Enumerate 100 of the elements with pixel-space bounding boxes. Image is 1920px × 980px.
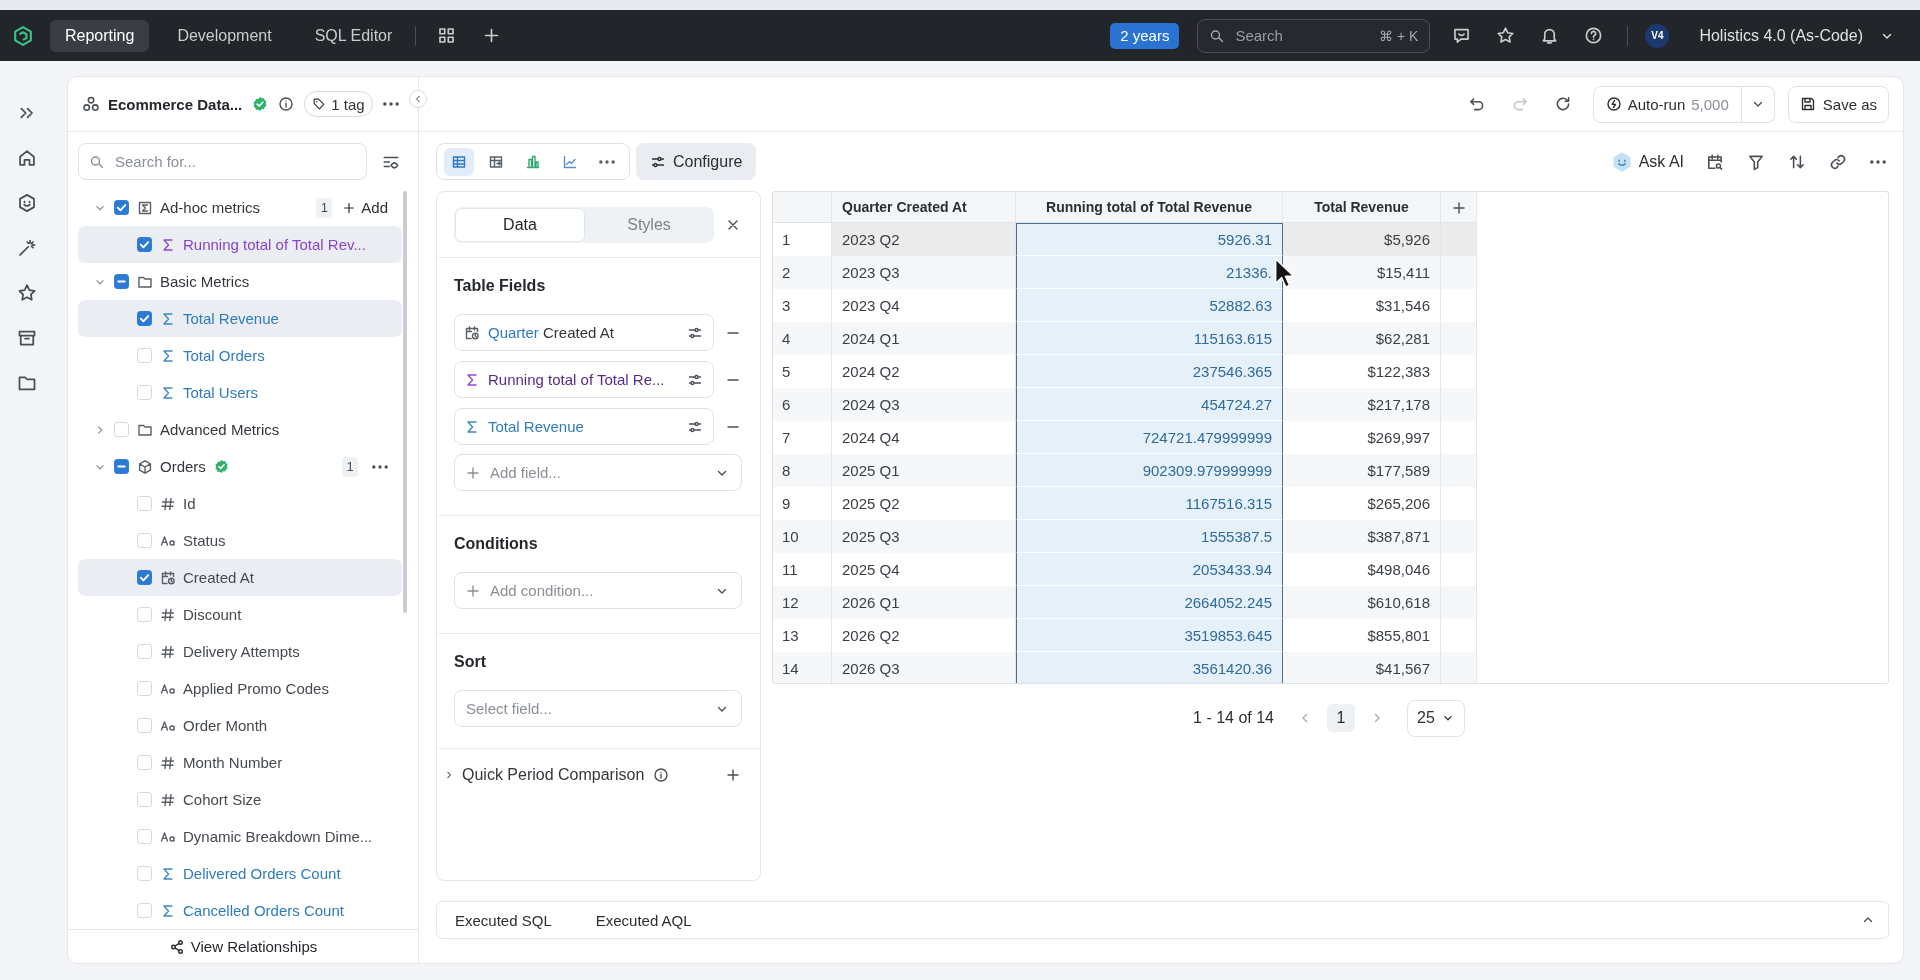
field-item[interactable]: Discount <box>78 596 402 633</box>
search-icon <box>1209 27 1226 44</box>
field-item[interactable]: Total Orders <box>78 337 402 374</box>
collapse-panel-button[interactable] <box>409 90 427 108</box>
field-item[interactable]: Running total of Total Rev... <box>78 226 402 263</box>
nav-tab[interactable]: SQL Editor <box>299 19 408 52</box>
table-cell: $5,926 <box>1283 223 1441 256</box>
column-header[interactable]: Total Revenue <box>1283 192 1441 223</box>
undo-icon[interactable] <box>1467 95 1486 113</box>
pagination-range: 1 - 14 of 14 <box>1193 709 1274 727</box>
table-cell: 1555387.5 <box>1016 520 1283 553</box>
table-cell: 902309.979999999 <box>1016 454 1283 487</box>
field-pill[interactable]: Total Revenue <box>454 408 714 445</box>
plus-icon[interactable] <box>725 767 741 783</box>
page-size-select[interactable]: 25 <box>1407 699 1465 737</box>
star-icon[interactable] <box>17 283 37 303</box>
table-cell: 52882.63 <box>1016 289 1283 322</box>
field-item[interactable]: Total Revenue <box>78 300 402 337</box>
save-as-button[interactable]: Save as <box>1787 85 1889 123</box>
checkbox[interactable] <box>137 237 152 252</box>
table-icon <box>451 153 467 170</box>
tree-group-row[interactable]: Ad-hoc metrics 1 Add <box>78 189 402 226</box>
chart-type-button[interactable] <box>444 147 474 176</box>
info-icon[interactable] <box>653 767 670 783</box>
help-icon[interactable] <box>1584 26 1604 45</box>
more-icon[interactable] <box>382 102 399 106</box>
more-icon[interactable] <box>1870 159 1886 164</box>
sigma-box-icon <box>137 199 153 216</box>
field-pill[interactable]: Running total of Total Re... <box>454 361 714 398</box>
add-condition-select[interactable]: Add condition... <box>454 572 742 609</box>
scrollbar-thumb[interactable] <box>403 191 407 613</box>
hexagon-face-icon <box>1612 151 1631 172</box>
link-icon[interactable] <box>1829 152 1847 171</box>
table-cell: 2023 Q2 <box>832 223 1016 256</box>
sort-field-select[interactable]: Select field... <box>454 690 742 727</box>
tab[interactable]: Executed AQL <box>595 911 692 929</box>
section-title: Table Fields <box>454 276 547 296</box>
home-icon[interactable] <box>17 148 37 168</box>
tab[interactable]: Data <box>455 207 585 242</box>
hexagon-face-icon[interactable] <box>17 193 37 213</box>
field-item[interactable]: Created At <box>78 559 402 596</box>
tree-group-row[interactable]: Basic Metrics <box>78 263 402 300</box>
field-item[interactable]: Delivery Attempts <box>78 633 402 670</box>
table-cell: 5926.31 <box>1016 223 1283 256</box>
tab[interactable]: Executed SQL <box>455 911 552 929</box>
page-button[interactable]: 1 <box>1327 704 1355 732</box>
archive-icon[interactable] <box>17 328 37 348</box>
checkbox[interactable] <box>114 274 129 289</box>
field-item[interactable]: Status <box>78 522 402 559</box>
more-icon[interactable] <box>372 464 388 469</box>
plus-icon <box>342 200 357 215</box>
configure-button[interactable]: Configure <box>636 143 757 180</box>
checkbox[interactable] <box>137 311 152 326</box>
view-relationships-button[interactable]: View Relationships <box>168 938 318 955</box>
autorun-button[interactable]: Auto-run 5,000 <box>1592 85 1742 123</box>
workspace-switcher[interactable]: Holistics 4.0 (As-Code) <box>1699 26 1895 45</box>
add-button[interactable]: Add <box>342 199 388 216</box>
row-number-cell: 14 <box>773 652 832 683</box>
hash-icon <box>160 643 176 660</box>
three-circles-icon <box>82 95 100 113</box>
hexagon-logo-icon[interactable] <box>14 25 32 46</box>
column-header[interactable]: Running total of Total Revenue <box>1016 192 1283 223</box>
field-item[interactable]: Delivered Orders Count <box>78 855 402 892</box>
avatar[interactable]: V4 <box>1645 23 1670 48</box>
field-pill[interactable]: Quarter Created At <box>454 314 714 351</box>
chat-icon[interactable] <box>1452 26 1472 45</box>
magic-wand-icon[interactable] <box>17 238 37 258</box>
add-field-select[interactable]: Add field... <box>454 454 742 491</box>
field-item[interactable]: Dynamic Breakdown Dime... <box>78 818 402 855</box>
field-item[interactable]: Id <box>78 485 402 522</box>
sigma-icon <box>464 418 480 435</box>
field-item[interactable]: Applied Promo Codes <box>78 670 402 707</box>
checkbox[interactable] <box>137 570 152 585</box>
info-icon[interactable] <box>278 96 295 112</box>
star-icon[interactable] <box>1496 26 1516 45</box>
plus-icon <box>1451 199 1467 216</box>
field-item[interactable]: Cohort Size <box>78 781 402 818</box>
tree-group-row[interactable]: Advanced Metrics <box>78 411 402 448</box>
nav-tab[interactable]: Reporting <box>50 19 150 52</box>
checkbox[interactable] <box>114 200 129 215</box>
column-header[interactable]: Quarter Created At <box>832 192 1016 223</box>
checkbox[interactable] <box>114 459 129 474</box>
nav-tab[interactable]: Development <box>162 19 287 52</box>
sigma-icon <box>464 371 480 388</box>
date-range-badge[interactable]: 2 years <box>1110 22 1180 49</box>
apps-grid-icon[interactable] <box>437 26 457 45</box>
add-column-button[interactable] <box>1441 192 1477 223</box>
tag-icon <box>312 97 327 111</box>
field-item[interactable]: Cancelled Orders Count <box>78 892 402 929</box>
field-item[interactable]: Total Users <box>78 374 402 411</box>
field-item[interactable]: Month Number <box>78 744 402 781</box>
count-badge: 1 <box>316 197 333 218</box>
calendar-search-icon[interactable] <box>1706 152 1724 171</box>
field-item[interactable]: Order Month <box>78 707 402 744</box>
tree-group-row[interactable]: Orders 1 <box>78 448 402 485</box>
section-title: Quick Period Comparison <box>462 766 645 784</box>
hash-icon <box>160 791 176 808</box>
calendar-clock-icon <box>160 569 176 586</box>
dataset-title: Ecommerce Data... <box>108 95 243 113</box>
ask-ai-button[interactable]: Ask AI <box>1612 151 1684 172</box>
